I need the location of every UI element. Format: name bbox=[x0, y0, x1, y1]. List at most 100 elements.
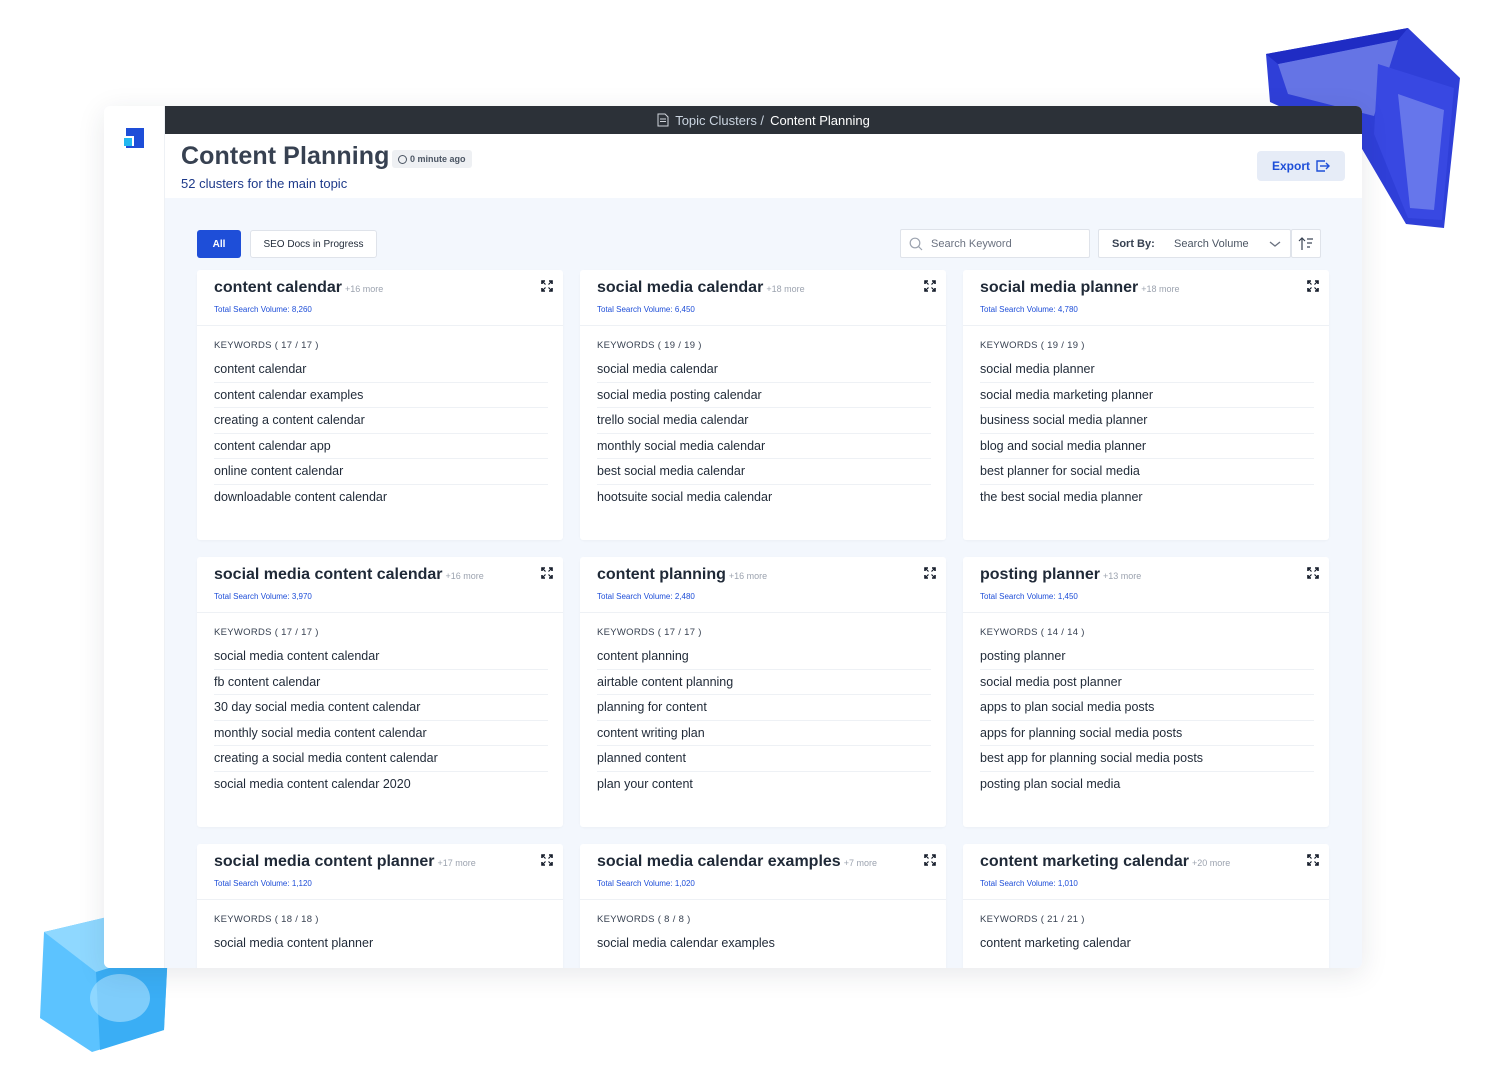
cluster-card[interactable]: social media calendar examples +7 more To… bbox=[580, 844, 946, 968]
sort-dropdown[interactable]: Sort By: Search Volume bbox=[1098, 229, 1291, 258]
keyword-item[interactable]: blog and social media planner bbox=[980, 434, 1314, 459]
keyword-item[interactable]: social media content calendar bbox=[214, 644, 548, 670]
expand-icon[interactable] bbox=[1307, 280, 1319, 292]
cluster-card[interactable]: social media calendar +18 more Total Sear… bbox=[580, 270, 946, 540]
keywords-header: KEYWORDS ( 17 / 17 ) bbox=[214, 340, 319, 351]
keyword-item[interactable]: social media marketing planner bbox=[980, 383, 1314, 408]
keyword-item[interactable]: social media calendar examples bbox=[597, 931, 931, 957]
expand-icon[interactable] bbox=[924, 567, 936, 579]
keyword-item[interactable]: apps to plan social media posts bbox=[980, 695, 1314, 721]
keyword-item[interactable]: best social media calendar bbox=[597, 459, 931, 485]
keyword-item[interactable]: posting plan social media bbox=[980, 772, 1314, 798]
cluster-title[interactable]: social media calendar examples bbox=[597, 853, 841, 870]
keywords-header: KEYWORDS ( 8 / 8 ) bbox=[597, 914, 691, 925]
keyword-list: social media planner social media marketi… bbox=[963, 351, 1329, 510]
cluster-card-header: content calendar +16 more Total Search Vo… bbox=[197, 270, 563, 326]
updated-badge: 0 minute ago bbox=[392, 150, 472, 168]
keyword-item[interactable]: social media planner bbox=[980, 357, 1314, 383]
export-button[interactable]: Export bbox=[1257, 151, 1345, 181]
keyword-item[interactable]: social media calendar bbox=[597, 357, 931, 383]
keyword-item[interactable]: the best social media planner bbox=[980, 485, 1314, 511]
clock-icon bbox=[398, 154, 407, 164]
keywords-header: KEYWORDS ( 21 / 21 ) bbox=[980, 914, 1085, 925]
keyword-item[interactable]: social media content planner bbox=[214, 931, 548, 957]
keyword-item[interactable]: fb content calendar bbox=[214, 670, 548, 695]
keyword-item[interactable]: monthly social media calendar bbox=[597, 434, 931, 459]
keyword-list: content calendar content calendar example… bbox=[197, 351, 563, 510]
keywords-header: KEYWORDS ( 18 / 18 ) bbox=[214, 914, 319, 925]
keyword-item[interactable]: business social media planner bbox=[980, 408, 1314, 434]
expand-icon[interactable] bbox=[1307, 567, 1319, 579]
cluster-card[interactable]: social media content calendar +16 more To… bbox=[197, 557, 563, 827]
cluster-card[interactable]: posting planner +13 more Total Search Vol… bbox=[963, 557, 1329, 827]
keyword-item[interactable]: best app for planning social media posts bbox=[980, 746, 1314, 772]
cluster-card[interactable]: social media planner +18 more Total Searc… bbox=[963, 270, 1329, 540]
page-title: Content Planning bbox=[181, 142, 390, 170]
cluster-more-count: +16 more bbox=[345, 284, 384, 294]
cluster-search-volume: Total Search Volume: 6,450 bbox=[597, 305, 695, 314]
keyword-list: posting planner social media post planner… bbox=[963, 638, 1329, 797]
keyword-item[interactable]: best planner for social media bbox=[980, 459, 1314, 485]
keyword-list: social media content calendar fb content … bbox=[197, 638, 563, 797]
keyword-item[interactable]: content marketing calendar bbox=[980, 931, 1314, 957]
cluster-card[interactable]: content calendar +16 more Total Search Vo… bbox=[197, 270, 563, 540]
keyword-item[interactable]: social media post planner bbox=[980, 670, 1314, 695]
search-input[interactable] bbox=[931, 237, 1081, 250]
cluster-title[interactable]: social media content calendar bbox=[214, 566, 443, 583]
cluster-title[interactable]: social media calendar bbox=[597, 279, 763, 296]
keyword-item[interactable]: monthly social media content calendar bbox=[214, 721, 548, 746]
keyword-item[interactable]: planning for content bbox=[597, 695, 931, 721]
cluster-card[interactable]: content marketing calendar +20 more Total… bbox=[963, 844, 1329, 968]
cluster-title[interactable]: posting planner bbox=[980, 566, 1100, 583]
keyword-item[interactable]: content calendar bbox=[214, 357, 548, 383]
cluster-card-header: posting planner +13 more Total Search Vol… bbox=[963, 557, 1329, 613]
keyword-item[interactable]: content calendar examples bbox=[214, 383, 548, 408]
expand-icon[interactable] bbox=[541, 854, 553, 866]
keyword-item[interactable]: creating a social media content calendar bbox=[214, 746, 548, 772]
cluster-title[interactable]: social media planner bbox=[980, 279, 1138, 296]
app-window: Topic Clusters / Content Planning Conten… bbox=[104, 106, 1362, 968]
cluster-search-volume: Total Search Volume: 1,010 bbox=[980, 879, 1078, 888]
cluster-title[interactable]: content planning bbox=[597, 566, 726, 583]
keyword-item[interactable]: content calendar app bbox=[214, 434, 548, 459]
keyword-item[interactable]: social media content calendar 2020 bbox=[214, 772, 548, 798]
app-logo-icon[interactable] bbox=[122, 126, 146, 150]
keyword-item[interactable]: trello social media calendar bbox=[597, 408, 931, 434]
cluster-card-header: social media calendar +18 more Total Sear… bbox=[580, 270, 946, 326]
expand-icon[interactable] bbox=[541, 280, 553, 292]
cluster-card[interactable]: content planning +16 more Total Search Vo… bbox=[580, 557, 946, 827]
keyword-item[interactable]: 30 day social media content calendar bbox=[214, 695, 548, 721]
keyword-item[interactable]: downloadable content calendar bbox=[214, 485, 548, 511]
sort-order-button[interactable] bbox=[1291, 229, 1321, 258]
cluster-title[interactable]: content calendar bbox=[214, 279, 342, 296]
keyword-item[interactable]: content writing plan bbox=[597, 721, 931, 746]
keyword-item[interactable]: airtable content planning bbox=[597, 670, 931, 695]
breadcrumb-parent[interactable]: Topic Clusters / bbox=[675, 113, 764, 128]
expand-icon[interactable] bbox=[1307, 854, 1319, 866]
filter-seo-docs-button[interactable]: SEO Docs in Progress bbox=[250, 230, 377, 258]
expand-icon[interactable] bbox=[541, 567, 553, 579]
keyword-item[interactable]: apps for planning social media posts bbox=[980, 721, 1314, 746]
keyword-item[interactable]: content planning bbox=[597, 644, 931, 670]
expand-icon[interactable] bbox=[924, 854, 936, 866]
cluster-card-header: content marketing calendar +20 more Total… bbox=[963, 844, 1329, 900]
keyword-item[interactable]: online content calendar bbox=[214, 459, 548, 485]
expand-icon[interactable] bbox=[924, 280, 936, 292]
cluster-title[interactable]: content marketing calendar bbox=[980, 853, 1189, 870]
filter-all-button[interactable]: All bbox=[197, 230, 241, 258]
cluster-card-header: social media calendar examples +7 more To… bbox=[580, 844, 946, 900]
keyword-item[interactable]: creating a content calendar bbox=[214, 408, 548, 434]
sort-label: Sort By: bbox=[1112, 237, 1155, 250]
export-label: Export bbox=[1271, 159, 1310, 173]
keyword-item[interactable]: hootsuite social media calendar bbox=[597, 485, 931, 511]
keyword-item[interactable]: posting planner bbox=[980, 644, 1314, 670]
cluster-title[interactable]: social media content planner bbox=[214, 853, 435, 870]
cluster-search-volume: Total Search Volume: 1,020 bbox=[597, 879, 695, 888]
cluster-card[interactable]: social media content planner +17 more Tot… bbox=[197, 844, 563, 968]
keyword-item[interactable]: plan your content bbox=[597, 772, 931, 798]
keyword-item[interactable]: social media posting calendar bbox=[597, 383, 931, 408]
sort-value: Search Volume bbox=[1174, 237, 1249, 250]
keyword-item[interactable]: planned content bbox=[597, 746, 931, 772]
document-icon bbox=[657, 113, 669, 127]
keyword-list: content planning airtable content plannin… bbox=[580, 638, 946, 797]
